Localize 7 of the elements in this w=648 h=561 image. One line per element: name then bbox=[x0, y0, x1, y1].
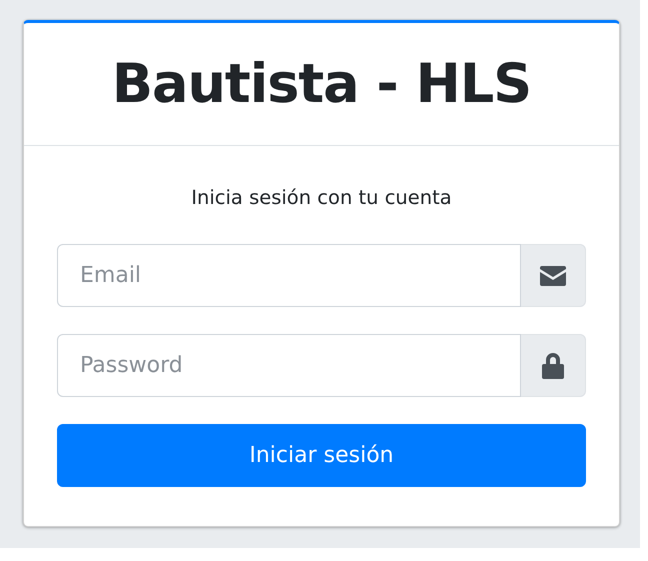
password-field[interactable]: Password bbox=[57, 334, 521, 398]
lock-icon bbox=[542, 352, 564, 379]
email-field[interactable]: Email bbox=[57, 244, 521, 308]
login-button[interactable]: Iniciar sesión bbox=[57, 424, 586, 488]
app-title: Bautista - HLS bbox=[112, 52, 532, 116]
envelope-icon bbox=[540, 266, 566, 286]
login-message: Inicia sesión con tu cuenta bbox=[190, 185, 453, 211]
